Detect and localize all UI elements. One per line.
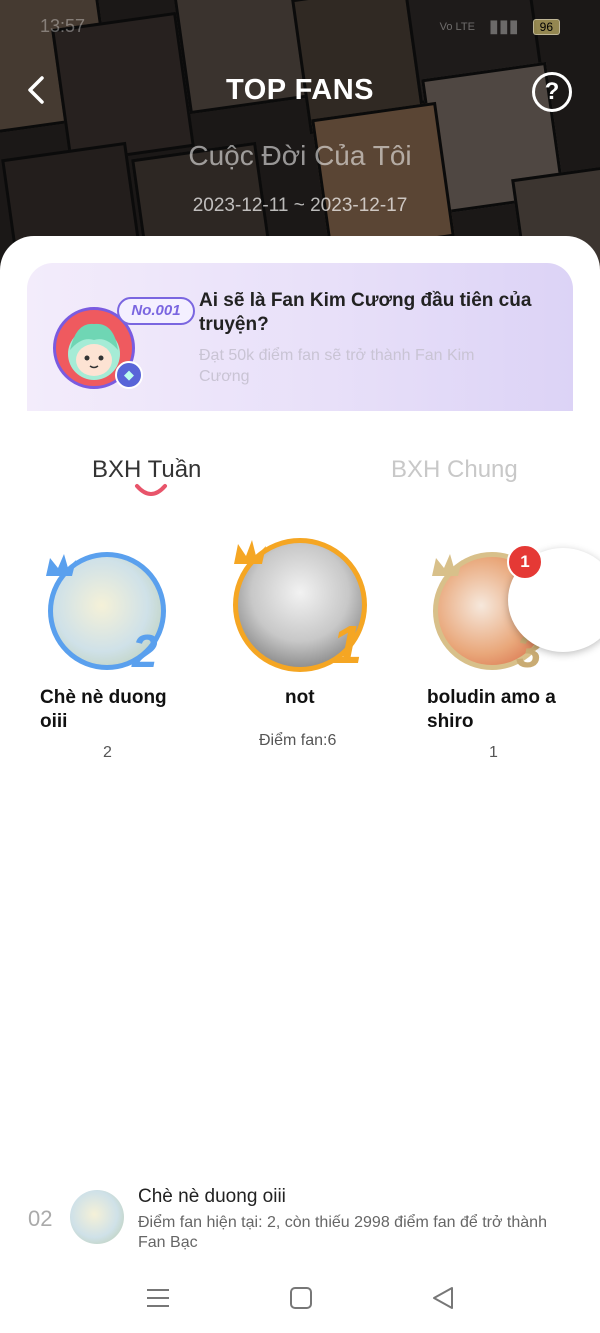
battery-icon: 96 [532,18,560,35]
crown-icon [432,554,462,576]
crown-icon [46,554,76,576]
rank-tag: No.001 [117,297,195,325]
my-rank-number: 02 [28,1206,53,1231]
story-title: Cuộc Đời Của Tôi [188,140,412,171]
network-label: Vo LTE [439,20,475,33]
fan-name: not [285,687,315,708]
help-button[interactable]: ? [532,72,572,112]
my-name: Chè nè duong oiii [138,1186,286,1207]
back-triangle-icon[interactable] [430,1284,458,1312]
avatar [70,1190,124,1244]
menu-icon[interactable] [144,1284,172,1312]
signal-icon: ▮▮▮ [488,16,519,36]
rank-number: 2 [132,625,158,677]
home-icon[interactable] [287,1284,315,1312]
date-range: 2023-12-11 ~ 2023-12-17 [192,195,408,216]
page-title: TOP FANS [226,74,374,106]
fan-score: Điểm fan:6 [259,732,337,749]
my-fan-progress: Điểm fan hiện tại: 2, còn thiếu 2998 điể… [138,1214,547,1251]
diamond-icon: ◆ [115,361,143,389]
promo-heading: Ai sẽ là Fan Kim Cương đầu tiên của truy… [199,290,532,335]
fan-score: 2 [103,744,112,761]
fan-name: Chè nè duong oiii [40,687,167,732]
status-icons: Vo LTE ▮▮▮ 96 [440,16,560,37]
top-nav: TOP FANS ? [0,66,600,116]
status-time: 13:57 [40,16,86,36]
tab-overall-ranking[interactable]: BXH Chung [391,456,518,484]
system-navigation-bar [0,1268,600,1333]
fan-score: 1 [489,744,498,761]
tab-indicator [135,484,167,496]
status-bar: 13:57 Vo LTE ▮▮▮ 96 [0,0,600,54]
rank-number: 1 [332,615,363,675]
fan-name: boludin amo a shiro [427,687,556,732]
promo-subtext: Đạt 50k điểm fan sẽ trở thành Fan Kim Cư… [199,347,475,385]
my-rank-row[interactable]: 02 Chè nè duong oiii Điểm fan hiện tại: … [0,1178,600,1258]
crown-icon [234,540,266,564]
notification-badge[interactable]: 1 [507,544,543,580]
diamond-fan-promo[interactable]: ◆ No.001 Ai sẽ là Fan Kim Cương đầu tiên… [27,263,573,411]
